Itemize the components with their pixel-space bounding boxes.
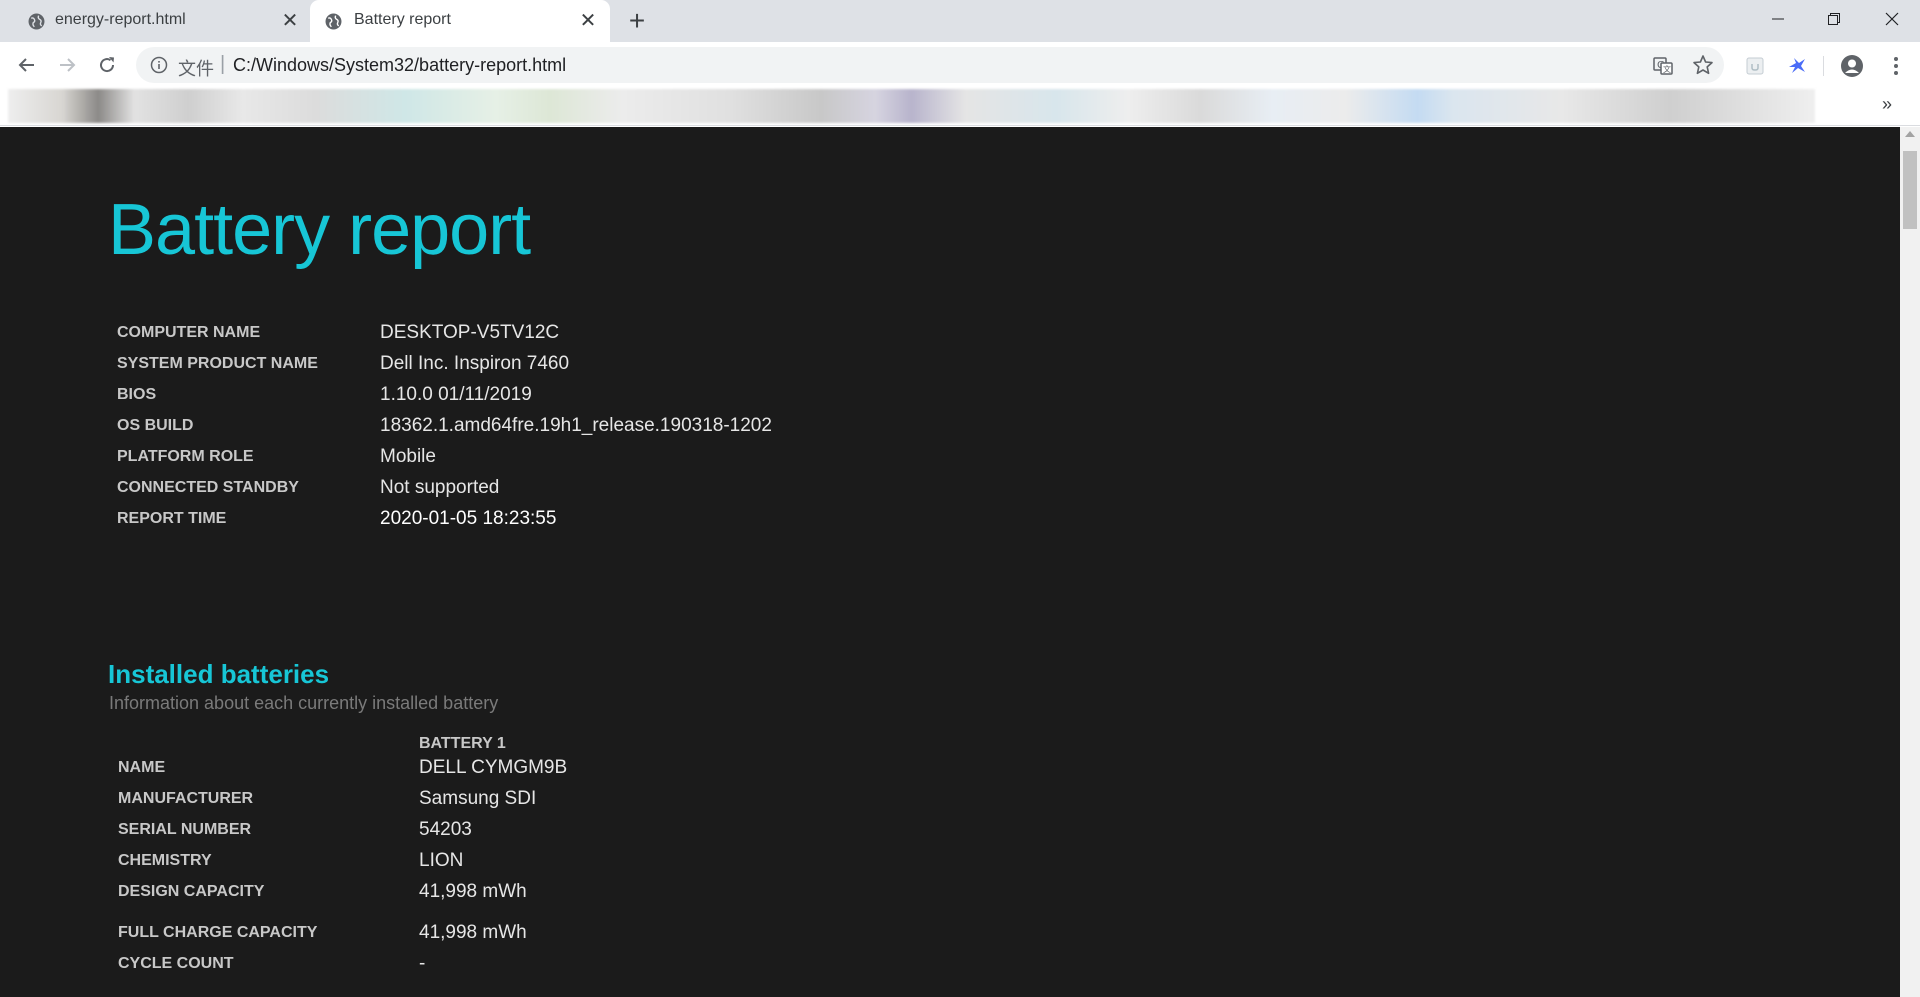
minimize-button[interactable]	[1750, 0, 1806, 38]
tab-label: Battery report	[354, 11, 451, 28]
scheme-label: 文件	[178, 59, 214, 80]
battery-value: 41,998 mWh	[419, 922, 527, 943]
info-icon[interactable]	[150, 56, 168, 74]
info-label: CONNECTED STANDBY	[117, 479, 299, 496]
battery-value: Samsung SDI	[419, 788, 537, 809]
battery-value: 41,998 mWh	[419, 881, 527, 902]
close-tab-icon[interactable]: ✕	[577, 10, 599, 32]
maximize-button[interactable]	[1806, 0, 1862, 38]
new-tab-button[interactable]: +	[624, 6, 650, 36]
globe-icon	[325, 13, 342, 30]
page-scrollbar[interactable]	[1900, 127, 1920, 997]
info-value: Dell Inc. Inspiron 7460	[380, 353, 570, 374]
battery-value: LION	[419, 850, 464, 871]
battery-label: NAME	[118, 759, 166, 776]
info-label: SYSTEM PRODUCT NAME	[117, 355, 318, 372]
forward-arrow-icon	[60, 58, 76, 72]
info-label: PLATFORM ROLE	[117, 448, 254, 465]
maximize-icon	[1828, 13, 1840, 25]
info-label: REPORT TIME	[117, 510, 227, 527]
battery-label: SERIAL NUMBER	[118, 821, 252, 838]
tab-energy-report[interactable]: energy-report.html ✕	[0, 0, 308, 42]
svg-text:文: 文	[1663, 64, 1671, 74]
battery-value: 54203	[419, 819, 472, 840]
info-label: OS BUILD	[117, 417, 194, 434]
info-value: 1.10.0 01/11/2019	[380, 384, 532, 405]
menu-dots-icon[interactable]	[1884, 54, 1908, 78]
browser-toolbar: 文件 | C:/Windows/System32/battery-report.…	[0, 42, 1920, 88]
battery-label: CYCLE COUNT	[118, 955, 234, 972]
globe-icon	[28, 13, 45, 30]
bookmarks-blurred	[8, 89, 1815, 123]
close-tab-icon[interactable]: ✕	[279, 10, 301, 32]
page-title: Battery report	[108, 190, 531, 270]
back-arrow-icon	[18, 58, 34, 72]
info-label: COMPUTER NAME	[117, 324, 261, 341]
battery-column-header: BATTERY 1	[419, 735, 506, 752]
back-button[interactable]	[12, 50, 42, 80]
url-text[interactable]: C:/Windows/System32/battery-report.html	[233, 55, 566, 76]
reload-button[interactable]	[92, 50, 122, 80]
info-value: 18362.1.amd64fre.19h1_release.190318-120…	[380, 415, 772, 436]
section-title: Installed batteries	[108, 659, 330, 689]
forward-button[interactable]	[52, 50, 82, 80]
star-icon[interactable]	[1692, 54, 1714, 76]
battery-label: DESIGN CAPACITY	[118, 883, 265, 900]
extension-icon[interactable]	[1744, 55, 1766, 77]
bookmarks-overflow-button[interactable]: »	[1882, 94, 1892, 115]
close-icon	[1885, 12, 1899, 26]
battery-label: FULL CHARGE CAPACITY	[118, 924, 318, 941]
battery-label: CHEMISTRY	[118, 852, 212, 869]
tab-battery-report[interactable]: Battery report ✕	[310, 0, 610, 42]
minimize-icon	[1772, 18, 1784, 20]
battery-label: MANUFACTURER	[118, 790, 254, 807]
report-page: Battery report COMPUTER NAME DESKTOP-V5T…	[0, 127, 1900, 997]
section-subtitle: Information about each currently install…	[109, 693, 499, 713]
scheme-separator: |	[220, 53, 226, 75]
tab-label: energy-report.html	[55, 11, 186, 28]
reload-icon	[100, 57, 115, 73]
address-bar[interactable]: 文件 | C:/Windows/System32/battery-report.…	[136, 47, 1724, 83]
scroll-thumb[interactable]	[1903, 151, 1917, 229]
bookmarks-bar: »	[0, 88, 1920, 126]
scroll-up-arrow-icon[interactable]	[1905, 131, 1915, 137]
battery-value: -	[419, 953, 426, 974]
profile-icon[interactable]	[1840, 54, 1864, 78]
toolbar-divider	[1823, 56, 1824, 76]
info-value: Not supported	[380, 477, 500, 498]
tab-strip: energy-report.html ✕ Battery report ✕ +	[0, 0, 1920, 42]
info-label: BIOS	[117, 386, 157, 403]
extension-icon[interactable]	[1786, 55, 1808, 77]
battery-value: DELL CYMGM9B	[419, 757, 568, 778]
report-time-value: 2020-01-05 18:23:55	[380, 508, 557, 529]
info-value: Mobile	[380, 446, 436, 467]
info-value: DESKTOP-V5TV12C	[380, 322, 560, 343]
close-window-button[interactable]	[1864, 0, 1920, 38]
translate-icon[interactable]: G文	[1652, 55, 1674, 77]
